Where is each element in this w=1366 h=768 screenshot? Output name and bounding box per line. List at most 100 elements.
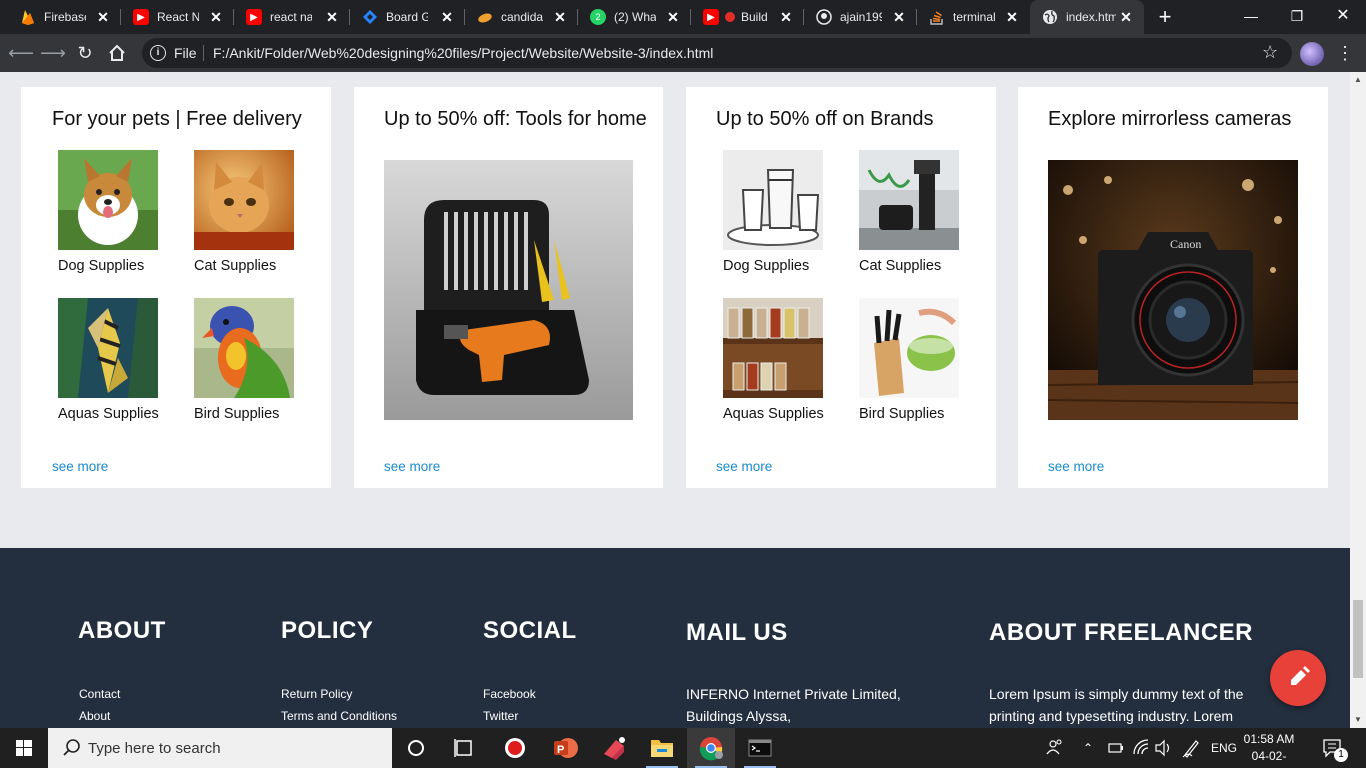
pets-card: For your pets | Free delivery Dog Suppli… — [21, 87, 331, 488]
people-icon[interactable] — [1043, 728, 1067, 768]
grid-item[interactable]: Bird Supplies — [194, 298, 294, 422]
grid-item[interactable]: Aquas Supplies — [58, 298, 159, 422]
home-button[interactable] — [104, 40, 130, 66]
item-label[interactable]: Dog Supplies — [723, 258, 809, 274]
wifi-icon[interactable] — [1130, 728, 1152, 768]
footer-link-return-policy[interactable]: Return Policy — [281, 687, 352, 701]
browser-tab[interactable]: 2 (2) Whats ✕ — [578, 0, 691, 34]
footer-link-twitter[interactable]: Twitter — [483, 709, 518, 723]
close-icon[interactable]: ✕ — [778, 9, 794, 25]
grid-item[interactable]: Dog Supplies — [58, 150, 158, 274]
pen-workspace-icon[interactable] — [1180, 728, 1202, 768]
see-more-link[interactable]: see more — [384, 459, 440, 474]
grid-item[interactable]: Cat Supplies — [859, 150, 959, 274]
folder-icon — [651, 740, 673, 757]
browser-menu-icon[interactable]: ⋮ — [1336, 40, 1354, 66]
close-icon[interactable]: ✕ — [324, 9, 340, 25]
toolkit-image[interactable] — [384, 160, 633, 420]
forward-button[interactable]: ⟶ — [40, 40, 66, 66]
profile-avatar[interactable] — [1300, 42, 1324, 66]
grid-item[interactable]: Bird Supplies — [859, 298, 959, 422]
cortana-button[interactable] — [392, 728, 440, 768]
task-view-icon — [454, 739, 472, 757]
close-icon[interactable]: ✕ — [665, 9, 681, 25]
battery-icon[interactable] — [1106, 728, 1126, 768]
system-clock[interactable]: 01:58 AM 04-02-2021 — [1240, 731, 1298, 768]
whatsapp-icon: 2 — [590, 9, 606, 25]
grid-item[interactable]: Dog Supplies — [723, 150, 823, 274]
browser-tab[interactable]: ▶ React Nat ✕ — [121, 0, 234, 34]
camera-image[interactable]: Canon — [1048, 160, 1298, 420]
reload-button[interactable]: ↻ — [72, 40, 98, 66]
start-button[interactable] — [0, 728, 48, 768]
grid-item[interactable]: Cat Supplies — [194, 150, 294, 274]
close-icon[interactable]: ✕ — [1118, 9, 1134, 25]
see-more-link[interactable]: see more — [716, 459, 772, 474]
edit-fab-button[interactable] — [1270, 650, 1326, 706]
dog-image[interactable] — [58, 150, 158, 250]
close-icon[interactable]: ✕ — [552, 9, 568, 25]
browser-tab[interactable]: ajain1996 ✕ — [804, 0, 917, 34]
footer-link-facebook[interactable]: Facebook — [483, 687, 536, 701]
minimize-button[interactable]: — — [1228, 0, 1274, 34]
browser-tab[interactable]: ▶ Build ✕ — [691, 0, 804, 34]
browser-tab[interactable]: Firebase ✕ — [8, 0, 121, 34]
page-scrollbar[interactable]: ▲ ▼ — [1350, 72, 1366, 728]
chrome-app[interactable] — [687, 728, 735, 768]
bookmark-star-icon[interactable]: ☆ — [1262, 42, 1278, 63]
close-icon[interactable]: ✕ — [208, 9, 224, 25]
home-icon — [109, 44, 125, 61]
item-label[interactable]: Aquas Supplies — [58, 406, 159, 422]
item-label[interactable]: Bird Supplies — [859, 406, 944, 422]
browser-tab[interactable]: terminal ✕ — [917, 0, 1030, 34]
item-label[interactable]: Bird Supplies — [194, 406, 279, 422]
language-indicator[interactable]: ENG — [1211, 728, 1239, 768]
powerpoint-app[interactable]: P — [540, 728, 588, 768]
volume-icon[interactable] — [1153, 728, 1173, 768]
browser-tab[interactable]: Board Gl ✕ — [350, 0, 465, 34]
spice-jars-image[interactable] — [723, 298, 823, 398]
close-icon[interactable]: ✕ — [95, 9, 111, 25]
browser-tab-active[interactable]: index.htm ✕ — [1030, 0, 1144, 34]
paint-3d-app[interactable] — [590, 728, 638, 768]
screen-recorder-app[interactable] — [490, 728, 538, 768]
back-button[interactable]: ⟵ — [8, 40, 34, 66]
item-label[interactable]: Cat Supplies — [194, 258, 276, 274]
tray-expand-icon[interactable]: ⌃ — [1083, 728, 1099, 768]
window-close-button[interactable]: ✕ — [1320, 0, 1366, 34]
close-icon[interactable]: ✕ — [439, 9, 455, 25]
task-view-button[interactable] — [440, 728, 488, 768]
info-icon[interactable]: i — [150, 45, 166, 61]
footer-link-contact[interactable]: Contact — [79, 687, 120, 701]
grid-item[interactable]: Aquas Supplies — [723, 298, 824, 422]
fish-image[interactable] — [58, 298, 158, 398]
item-label[interactable]: Aquas Supplies — [723, 406, 824, 422]
file-explorer-app[interactable] — [638, 728, 686, 768]
see-more-link[interactable]: see more — [1048, 459, 1104, 474]
close-icon[interactable]: ✕ — [891, 9, 907, 25]
dishes-image[interactable] — [723, 150, 823, 250]
notification-center-button[interactable]: 1 — [1318, 728, 1348, 768]
address-bar[interactable]: i File F:/Ankit/Folder/Web%20designing%2… — [142, 38, 1292, 68]
close-icon[interactable]: ✕ — [1004, 9, 1020, 25]
new-tab-button[interactable]: + — [1152, 4, 1178, 30]
item-label[interactable]: Cat Supplies — [859, 258, 941, 274]
browser-tab[interactable]: candidate ✕ — [465, 0, 578, 34]
url-text[interactable]: F:/Ankit/Folder/Web%20designing%20files/… — [213, 45, 713, 61]
cat-image[interactable] — [194, 150, 294, 250]
scrollbar-thumb[interactable] — [1353, 600, 1363, 678]
windows-taskbar: Type here to search P ⌃ ENG 01:58 AM 04-… — [0, 728, 1366, 768]
scroll-up-arrow-icon[interactable]: ▲ — [1350, 72, 1366, 88]
taskbar-search-box[interactable]: Type here to search — [48, 728, 392, 768]
knife-set-image[interactable] — [859, 298, 959, 398]
footer-link-terms[interactable]: Terms and Conditions — [281, 709, 397, 723]
browser-tab[interactable]: ▶ react nati ✕ — [234, 0, 350, 34]
restore-button[interactable]: ❐ — [1274, 0, 1320, 34]
kitchen-appliances-image[interactable] — [859, 150, 959, 250]
parrot-image[interactable] — [194, 298, 294, 398]
see-more-link[interactable]: see more — [52, 459, 108, 474]
item-label[interactable]: Dog Supplies — [58, 258, 144, 274]
footer-link-about[interactable]: About — [79, 709, 110, 723]
scroll-down-arrow-icon[interactable]: ▼ — [1350, 712, 1366, 728]
terminal-app[interactable] — [736, 728, 784, 768]
